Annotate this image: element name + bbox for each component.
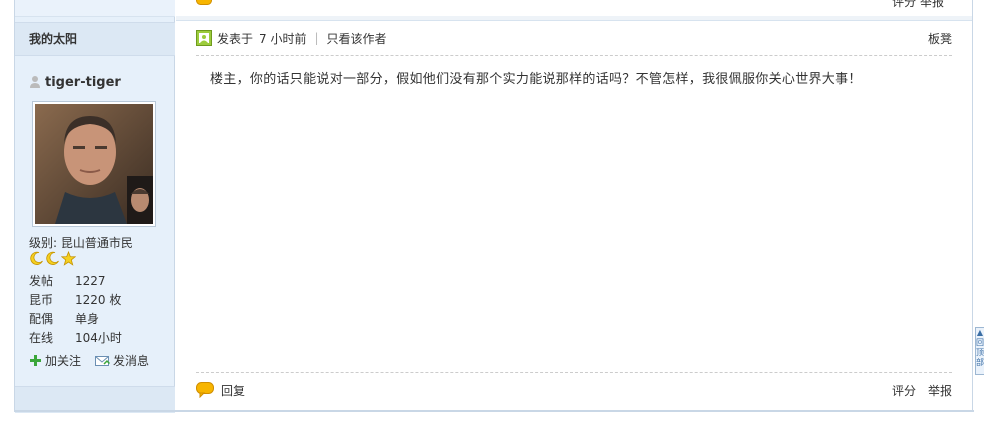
header-divider: |	[314, 31, 319, 45]
sidebar-top-strip	[15, 0, 175, 17]
floor-label: 板凳	[927, 31, 952, 46]
moon-icon	[30, 251, 43, 265]
reply-label: 回复	[221, 383, 246, 398]
avatar[interactable]	[32, 101, 156, 227]
stat-label: 在线	[29, 331, 54, 345]
follow-button[interactable]: 加关注	[29, 352, 81, 369]
sidebar-bottom	[15, 386, 175, 413]
user-row: tiger-tiger	[29, 72, 121, 92]
stat-value: 1227	[75, 274, 106, 288]
reply-button[interactable]: 回复	[196, 382, 245, 399]
up-arrow-icon: ▲	[976, 328, 984, 337]
back-to-top-label: 回顶部	[976, 338, 984, 367]
back-to-top-button[interactable]: ▲ 回顶部	[975, 327, 984, 375]
moon-icon	[46, 251, 59, 265]
avatar-image	[35, 104, 153, 224]
stat-label: 发帖	[29, 274, 54, 288]
previous-post-actions[interactable]: 评分 举报	[892, 0, 944, 10]
previous-post-footer: 评分 举报	[176, 0, 972, 17]
posted-time: 7 小时前	[259, 31, 307, 46]
stat-row: 昆币 1220 枚	[29, 291, 122, 310]
stat-value: 1220 枚	[75, 293, 122, 307]
posted-prefix: 发表于	[217, 31, 254, 46]
post-footer: 回复 评分 举报	[196, 380, 952, 400]
stat-row: 发帖 1227	[29, 272, 122, 291]
footer-divider-line	[196, 372, 952, 373]
only-author-link[interactable]: 只看该作者	[327, 30, 387, 47]
post-icon	[196, 30, 212, 46]
post-actions: 评分 举报	[892, 382, 952, 399]
post-main: 评分 举报 发表于 7 小时前 | 只看该作者 板凳 楼主，你的话只能说对一部分…	[176, 0, 972, 412]
level-label: 级别:	[29, 236, 58, 250]
stat-row: 配偶 单身	[29, 310, 122, 329]
message-label: 发消息	[113, 354, 150, 368]
report-link[interactable]: 举报	[928, 382, 952, 399]
username-link[interactable]: tiger-tiger	[45, 75, 121, 90]
bottom-border	[14, 410, 974, 412]
reply-bubble-icon	[196, 0, 212, 5]
stat-label: 配偶	[29, 312, 54, 326]
post-header: 发表于 7 小时前 | 只看该作者 板凳	[196, 28, 952, 48]
post-content: 楼主，你的话只能说对一部分，假如他们没有那个实力能说那样的话吗？不管怎样，我很佩…	[210, 72, 862, 87]
plus-icon	[30, 355, 41, 366]
header-divider-line	[196, 55, 952, 56]
author-sidebar: 我的太阳 tiger-tiger 级别: 昆山普通市民 发帖 1227 昆币 1…	[15, 0, 175, 413]
send-message-button[interactable]: 发消息	[95, 352, 149, 369]
user-actions: 加关注 发消息	[29, 352, 163, 369]
follow-label: 加关注	[45, 354, 82, 368]
rank-stars	[29, 251, 76, 266]
user-stats: 发帖 1227 昆币 1220 枚 配偶 单身 在线 104小时	[29, 272, 122, 348]
level-value: 昆山普通市民	[60, 236, 133, 250]
rate-link[interactable]: 评分	[892, 382, 916, 399]
level-row: 级别: 昆山普通市民	[29, 234, 133, 251]
user-icon	[30, 76, 40, 88]
stat-row: 在线 104小时	[29, 329, 122, 348]
post-separator	[176, 16, 972, 21]
envelope-icon	[95, 355, 111, 366]
sidebar-heading: 我的太阳	[15, 22, 175, 56]
stat-value: 单身	[75, 312, 100, 326]
stat-label: 昆币	[29, 293, 54, 307]
star-icon	[61, 251, 76, 266]
reply-bubble-icon	[196, 382, 214, 398]
stat-value: 104小时	[75, 331, 122, 345]
